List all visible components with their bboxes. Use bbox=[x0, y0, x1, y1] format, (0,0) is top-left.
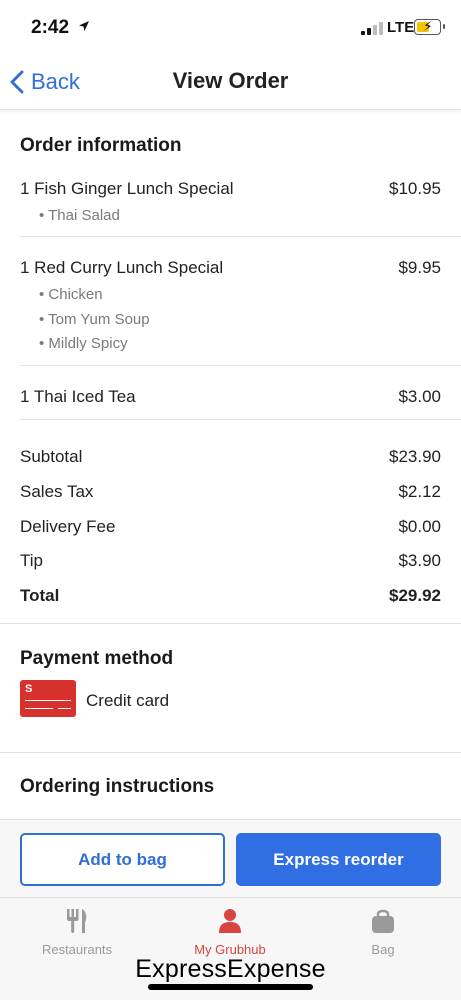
action-bar: Add to bag Express reorder bbox=[0, 819, 461, 897]
tip-row: Tip $3.90 bbox=[20, 551, 441, 571]
delivery-fee-value: $0.00 bbox=[398, 517, 441, 536]
section-divider bbox=[0, 623, 461, 624]
utensils-icon bbox=[67, 909, 87, 933]
item-name: 1 Fish Ginger Lunch Special bbox=[20, 179, 234, 198]
item-price: $9.95 bbox=[398, 258, 441, 277]
battery-icon: ⚡ bbox=[414, 18, 445, 35]
bag-icon bbox=[372, 909, 394, 933]
subtotal-label: Subtotal bbox=[20, 447, 83, 466]
location-arrow-icon bbox=[79, 21, 89, 31]
order-item: 1 Thai Iced Tea $3.00 bbox=[20, 387, 441, 407]
section-divider bbox=[0, 752, 461, 753]
sales-tax-value: $2.12 bbox=[398, 482, 441, 501]
total-label: Total bbox=[20, 586, 60, 605]
tip-label: Tip bbox=[20, 551, 43, 570]
item-option: • Mildly Spicy bbox=[39, 335, 128, 352]
person-icon bbox=[219, 909, 241, 933]
add-to-bag-button[interactable]: Add to bag bbox=[20, 833, 225, 886]
item-option: • Chicken bbox=[39, 286, 103, 303]
payment-section-title: Payment method bbox=[20, 648, 174, 669]
network-type: LTE bbox=[387, 19, 415, 36]
order-item: 1 Fish Ginger Lunch Special $10.95 bbox=[20, 179, 441, 199]
item-name: 1 Thai Iced Tea bbox=[20, 387, 136, 406]
order-section-title: Order information bbox=[20, 135, 182, 156]
watermark: ExpressExpense bbox=[135, 955, 326, 983]
status-time: 2:42 bbox=[31, 17, 70, 38]
divider bbox=[20, 419, 461, 420]
express-reorder-button[interactable]: Express reorder bbox=[236, 833, 441, 886]
order-item: 1 Red Curry Lunch Special $9.95 bbox=[20, 258, 441, 278]
item-option: • Tom Yum Soup bbox=[39, 311, 150, 328]
nav-bar: Back View Order bbox=[0, 56, 461, 110]
total-value: $29.92 bbox=[389, 586, 441, 605]
sales-tax-row: Sales Tax $2.12 bbox=[20, 482, 441, 502]
status-bar: 2:42 LTE ⚡ bbox=[0, 0, 461, 56]
tab-my-grubhub[interactable]: My Grubhub bbox=[160, 908, 300, 957]
tab-bag[interactable]: Bag bbox=[313, 908, 453, 957]
payment-method-label: Credit card bbox=[86, 691, 170, 710]
payment-method: Credit card bbox=[86, 691, 441, 711]
home-indicator bbox=[148, 984, 313, 990]
tip-value: $3.90 bbox=[398, 551, 441, 570]
credit-card-icon: S bbox=[20, 680, 76, 717]
delivery-fee-label: Delivery Fee bbox=[20, 517, 116, 536]
divider bbox=[20, 365, 461, 366]
subtotal-value: $23.90 bbox=[389, 447, 441, 466]
item-price: $10.95 bbox=[389, 179, 441, 198]
subtotal-row: Subtotal $23.90 bbox=[20, 447, 441, 467]
delivery-fee-row: Delivery Fee $0.00 bbox=[20, 517, 441, 537]
item-price: $3.00 bbox=[398, 387, 441, 406]
divider bbox=[20, 236, 461, 237]
instructions-section-title: Ordering instructions bbox=[20, 776, 215, 797]
sales-tax-label: Sales Tax bbox=[20, 482, 94, 501]
tab-restaurants[interactable]: Restaurants bbox=[7, 908, 147, 957]
item-option: • Thai Salad bbox=[39, 207, 120, 224]
total-row: Total $29.92 bbox=[20, 586, 441, 606]
page-title: View Order bbox=[172, 68, 289, 93]
item-name: 1 Red Curry Lunch Special bbox=[20, 258, 224, 277]
signal-icon bbox=[361, 21, 383, 35]
order-details[interactable]: Order information 1 Fish Ginger Lunch Sp… bbox=[0, 111, 461, 819]
